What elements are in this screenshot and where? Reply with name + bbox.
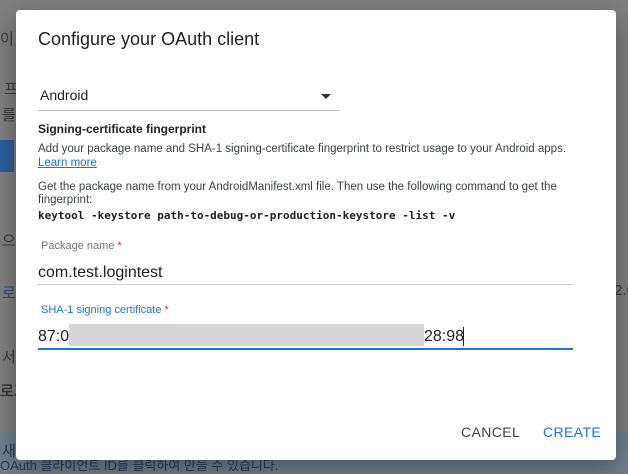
sha1-input[interactable]: 87:0 28:98: [38, 324, 573, 348]
sha1-value-start: 87:0: [38, 328, 70, 345]
help-text: Add your package name and SHA-1 signing-…: [38, 142, 578, 170]
help-text-body: Add your package name and SHA-1 signing-…: [38, 143, 567, 155]
dialog-title: Configure your OAuth client: [38, 29, 260, 49]
bg-text-fragment: 를: [2, 107, 16, 124]
platform-select-value: Android: [40, 87, 89, 103]
package-name-label: Package name *: [41, 240, 122, 252]
text-cursor: [463, 327, 464, 346]
cancel-button[interactable]: CANCEL: [461, 424, 520, 440]
help-text-2: Get the package name from your AndroidMa…: [38, 181, 557, 206]
bg-text-fragment: 서: [2, 349, 16, 366]
bg-button-fragment: [0, 140, 14, 172]
required-mark: *: [117, 240, 122, 252]
dropdown-arrow-icon: [321, 94, 331, 99]
section-title: Signing-certificate fingerprint: [38, 122, 207, 136]
package-name-field[interactable]: Package name *: [38, 238, 573, 285]
bg-text-fragment: 로: [2, 285, 16, 302]
learn-more-link[interactable]: Learn more: [38, 157, 97, 169]
required-mark: *: [164, 304, 169, 316]
create-button[interactable]: CREATE: [543, 424, 601, 440]
bg-text-fragment: 이: [0, 31, 14, 48]
platform-select[interactable]: Android: [38, 74, 339, 111]
sha1-value-end: 28:98: [424, 328, 465, 345]
redaction-block: [69, 324, 424, 346]
keytool-command: keytool -keystore path-to-debug-or-produ…: [38, 209, 456, 222]
bg-text-fragment: 2.0: [614, 282, 628, 299]
package-name-input[interactable]: [38, 262, 573, 284]
oauth-config-dialog: Configure your OAuth client Android Sign…: [16, 10, 616, 460]
bg-text-fragment: 으: [2, 233, 16, 250]
sha1-field[interactable]: SHA-1 signing certificate * 87:0 28:98: [38, 302, 573, 350]
sha1-label: SHA-1 signing certificate *: [41, 304, 169, 316]
